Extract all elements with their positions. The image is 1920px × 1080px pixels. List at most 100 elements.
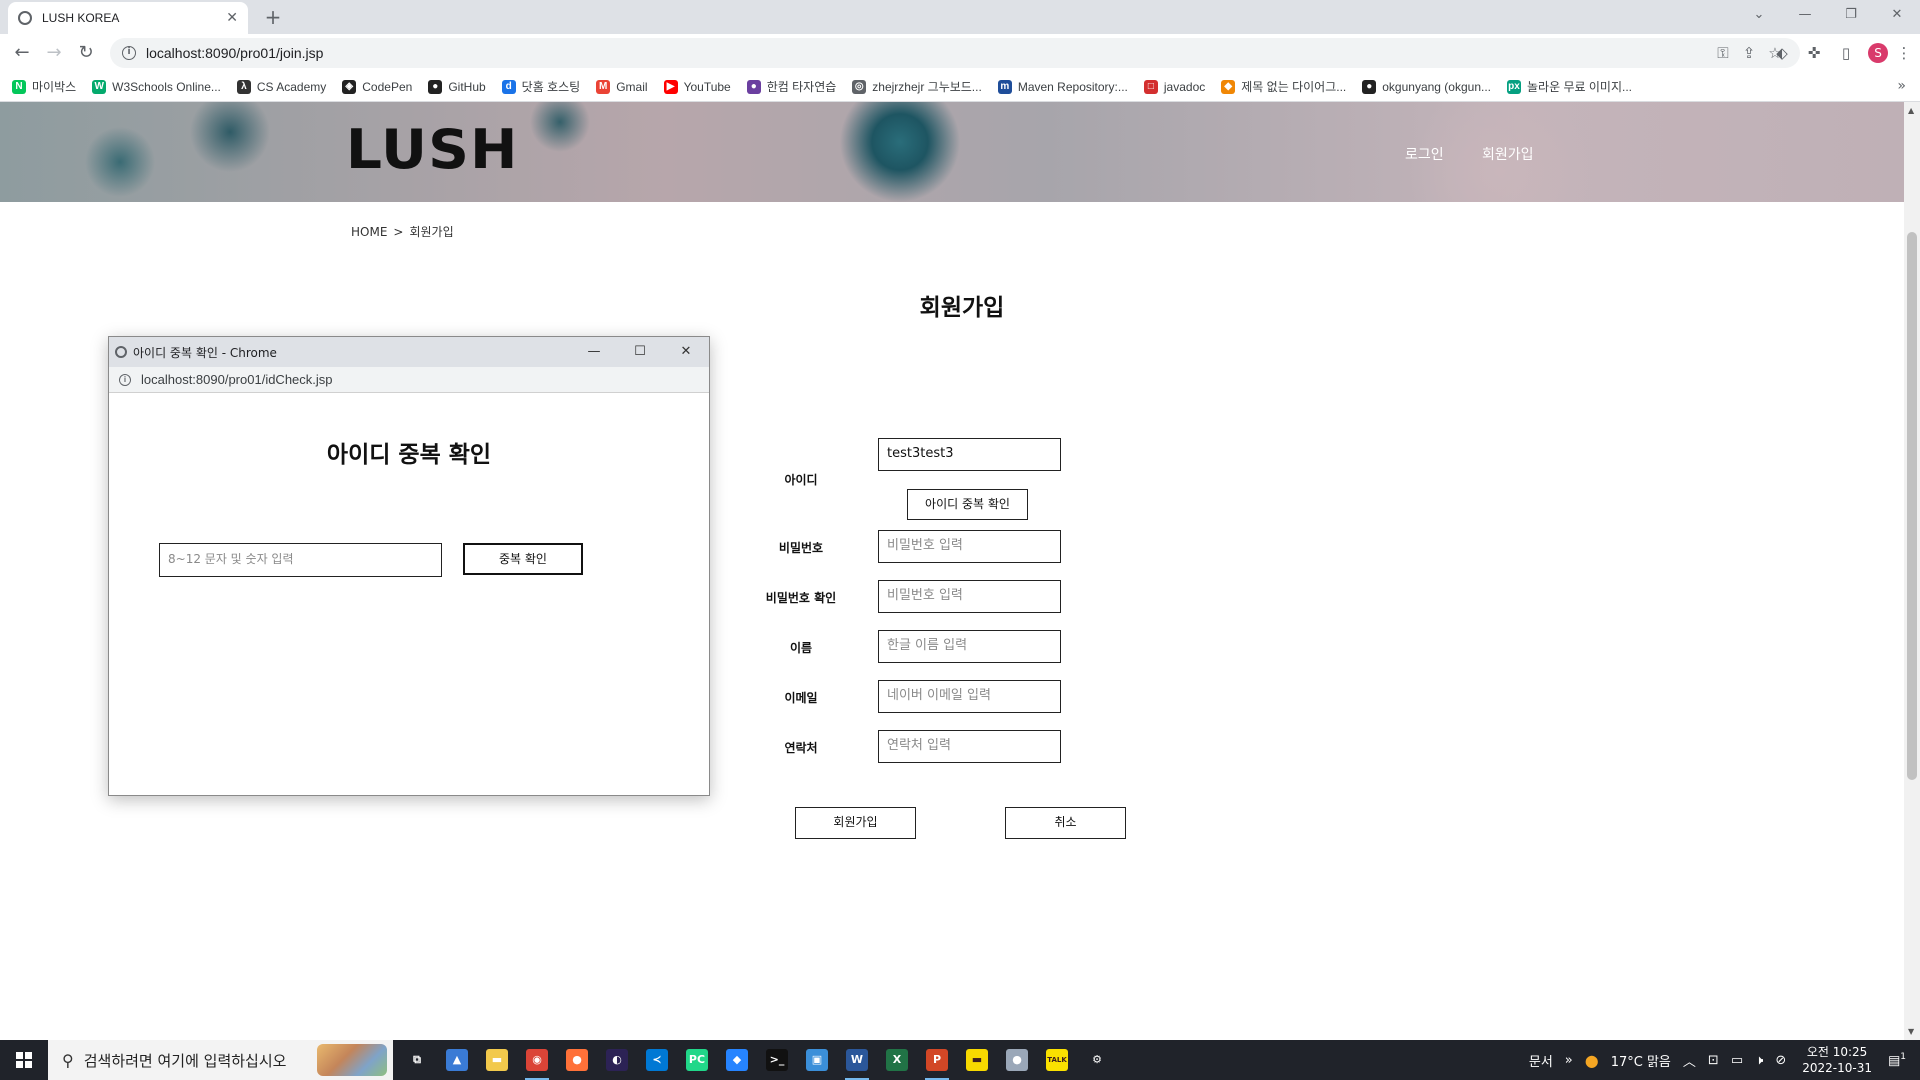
taskbar-app-sticky-notes[interactable]: ▬ xyxy=(957,1040,997,1080)
taskbar-app-word[interactable]: W xyxy=(837,1040,877,1080)
id-input[interactable]: test3test3 xyxy=(878,438,1061,471)
bookmark-item[interactable]: ● okgunyang (okgun... xyxy=(1362,79,1491,94)
profile-avatar[interactable]: S xyxy=(1868,43,1888,63)
clock[interactable]: 오전 10:25 2022-10-31 xyxy=(1802,1044,1872,1076)
start-button[interactable] xyxy=(0,1040,48,1080)
taskbar-app-kakaotalk[interactable]: TALK xyxy=(1037,1040,1077,1080)
back-arrow-icon[interactable]: ← xyxy=(6,37,38,69)
scroll-down-arrow-icon[interactable]: ▼ xyxy=(1908,1027,1914,1036)
bookmark-label: W3Schools Online... xyxy=(112,79,221,94)
page-title-text: 회원가입 xyxy=(919,295,1005,321)
popup-minimize-button[interactable]: — xyxy=(571,337,617,367)
bookmark-item[interactable]: ◈ CodePen xyxy=(342,79,412,94)
email-input[interactable]: 네이버 이메일 입력 xyxy=(878,680,1061,713)
taskbar-app-powerpoint[interactable]: P xyxy=(917,1040,957,1080)
reload-icon[interactable]: ↻ xyxy=(70,37,102,69)
taskbar-app-terminal[interactable]: >_ xyxy=(757,1040,797,1080)
restore-button[interactable]: ❐ xyxy=(1828,0,1874,30)
bookmark-label: 닷홈 호스팅 xyxy=(521,80,581,94)
taskbar-app-app-blue-arrow[interactable]: ▲ xyxy=(437,1040,477,1080)
menu-kebab-icon[interactable]: ⋮ xyxy=(1894,44,1914,62)
bookmark-item[interactable]: ● 한컴 타자연습 xyxy=(746,78,836,95)
taskbar-app-excel[interactable]: X xyxy=(877,1040,917,1080)
nav-login-link[interactable]: 로그인 xyxy=(1405,144,1444,164)
tab-title: LUSH KOREA xyxy=(42,11,120,25)
weather-text[interactable]: 17°C 맑음 xyxy=(1611,1051,1671,1070)
meet-now-icon[interactable]: ⊘ xyxy=(1775,1053,1786,1068)
browser-toolbar: ← → ↻ i localhost:8090/pro01/join.jsp ⚿ … xyxy=(0,34,1920,72)
chrome-icon: ◉ xyxy=(526,1049,548,1071)
bookmark-item[interactable]: m Maven Repository:... xyxy=(997,79,1128,94)
more-bookmarks-icon[interactable]: » xyxy=(1897,78,1906,94)
key-icon[interactable]: ⚿ xyxy=(1710,44,1736,62)
taskbar-app-app-blue-square[interactable]: ▣ xyxy=(797,1040,837,1080)
bookmark-item[interactable]: ● GitHub xyxy=(428,79,486,94)
page-scrollbar[interactable]: ▲ ▼ xyxy=(1904,102,1920,1040)
bookmark-item[interactable]: □ javadoc xyxy=(1143,79,1205,94)
extensions-puzzle-icon[interactable]: ✜ xyxy=(1798,44,1830,62)
notification-center-icon[interactable]: ▤1 xyxy=(1888,1052,1906,1068)
share-icon[interactable]: ⇪ xyxy=(1736,44,1762,62)
tray-chevron-icon[interactable]: » xyxy=(1565,1053,1573,1068)
taskbar-app-app-painter[interactable]: ● xyxy=(997,1040,1037,1080)
taskbar-app-sourcetree[interactable]: ◆ xyxy=(717,1040,757,1080)
popup-close-button[interactable]: ✕ xyxy=(663,337,709,367)
display-icon[interactable]: ▭ xyxy=(1731,1053,1743,1068)
taskbar-app-vscode[interactable]: ≺ xyxy=(637,1040,677,1080)
close-window-button[interactable]: ✕ xyxy=(1874,0,1920,30)
scroll-up-arrow-icon[interactable]: ▲ xyxy=(1908,106,1914,115)
join-submit-button[interactable]: 회원가입 xyxy=(795,807,916,839)
nav-join-link[interactable]: 회원가입 xyxy=(1482,144,1534,164)
minimize-button[interactable]: — xyxy=(1782,0,1828,30)
bookmark-item[interactable]: ◆ 제목 없는 다이어그... xyxy=(1221,78,1346,95)
name-input[interactable]: 한글 이름 입력 xyxy=(878,630,1061,663)
word-icon: W xyxy=(846,1049,868,1071)
taskbar-app-pycharm[interactable]: PC xyxy=(677,1040,717,1080)
bookmark-item[interactable]: ◎ zhejrzhejr 그누보드... xyxy=(852,78,982,95)
taskbar-app-task-view[interactable]: ⧉ xyxy=(397,1040,437,1080)
address-bar[interactable]: i localhost:8090/pro01/join.jsp ⚿ ⇪ ☆ xyxy=(110,38,1800,68)
taskbar-app-firefox[interactable]: ● xyxy=(557,1040,597,1080)
bookmark-item[interactable]: ▶ YouTube xyxy=(663,79,731,94)
taskbar-search-box[interactable]: ⚲ 검색하려면 여기에 입력하십시오 xyxy=(48,1040,393,1080)
phone-input[interactable]: 연락처 입력 xyxy=(878,730,1061,763)
popup-maximize-button[interactable]: ☐ xyxy=(617,337,663,367)
password-input[interactable]: 비밀번호 입력 xyxy=(878,530,1061,563)
network-icon[interactable]: ⊡ xyxy=(1708,1053,1719,1068)
taskbar-app-file-explorer[interactable]: ▬ xyxy=(477,1040,517,1080)
kakaotalk-icon: TALK xyxy=(1046,1049,1068,1071)
close-tab-icon[interactable]: ✕ xyxy=(226,10,238,26)
site-info-icon[interactable]: i xyxy=(122,46,136,60)
popup-id-input[interactable]: 8~12 문자 및 숫자 입력 xyxy=(159,543,442,577)
taskbar-app-settings[interactable]: ⚙ xyxy=(1077,1040,1117,1080)
volume-muted-icon[interactable]: 🕨 xyxy=(1755,1053,1763,1068)
tab-search-icon[interactable]: ⌄ xyxy=(1736,0,1782,30)
taskbar-app-chrome[interactable]: ◉ xyxy=(517,1040,557,1080)
popup-address-bar: i localhost:8090/pro01/idCheck.jsp xyxy=(109,367,709,393)
extension-tag-icon[interactable]: ⬖ xyxy=(1766,44,1798,62)
bookmark-item[interactable]: λ CS Academy xyxy=(236,79,326,94)
clock-time: 오전 10:25 xyxy=(1806,1045,1868,1059)
new-tab-button[interactable]: + xyxy=(260,4,286,30)
browser-tab[interactable]: LUSH KOREA ✕ xyxy=(8,2,248,34)
duplicate-check-button[interactable]: 중복 확인 xyxy=(463,543,583,575)
site-info-icon[interactable]: i xyxy=(119,373,131,386)
id-duplicate-check-button[interactable]: 아이디 중복 확인 xyxy=(907,489,1028,520)
tray-documents-label[interactable]: 문서 xyxy=(1529,1051,1553,1070)
windows-logo-icon xyxy=(16,1052,32,1068)
show-hidden-icons-icon[interactable]: ︿ xyxy=(1683,1051,1696,1070)
scrollbar-thumb[interactable] xyxy=(1907,232,1917,780)
bookmark-item[interactable]: M Gmail xyxy=(596,79,648,94)
settings-icon: ⚙ xyxy=(1086,1049,1108,1071)
breadcrumb-home[interactable]: HOME xyxy=(351,225,387,239)
bookmark-item[interactable]: W W3Schools Online... xyxy=(92,79,221,94)
forward-arrow-icon[interactable]: → xyxy=(38,37,70,69)
cancel-button[interactable]: 취소 xyxy=(1005,807,1126,839)
side-panel-icon[interactable]: ▯ xyxy=(1830,44,1862,62)
password-confirm-input[interactable]: 비밀번호 입력 xyxy=(878,580,1061,613)
site-logo[interactable]: LUSH xyxy=(346,118,519,181)
bookmark-item[interactable]: px 놀라운 무료 이미지... xyxy=(1507,78,1632,95)
bookmark-item[interactable]: d 닷홈 호스팅 xyxy=(501,78,581,95)
bookmark-item[interactable]: N 마이박스 xyxy=(12,78,76,95)
taskbar-app-eclipse[interactable]: ◐ xyxy=(597,1040,637,1080)
